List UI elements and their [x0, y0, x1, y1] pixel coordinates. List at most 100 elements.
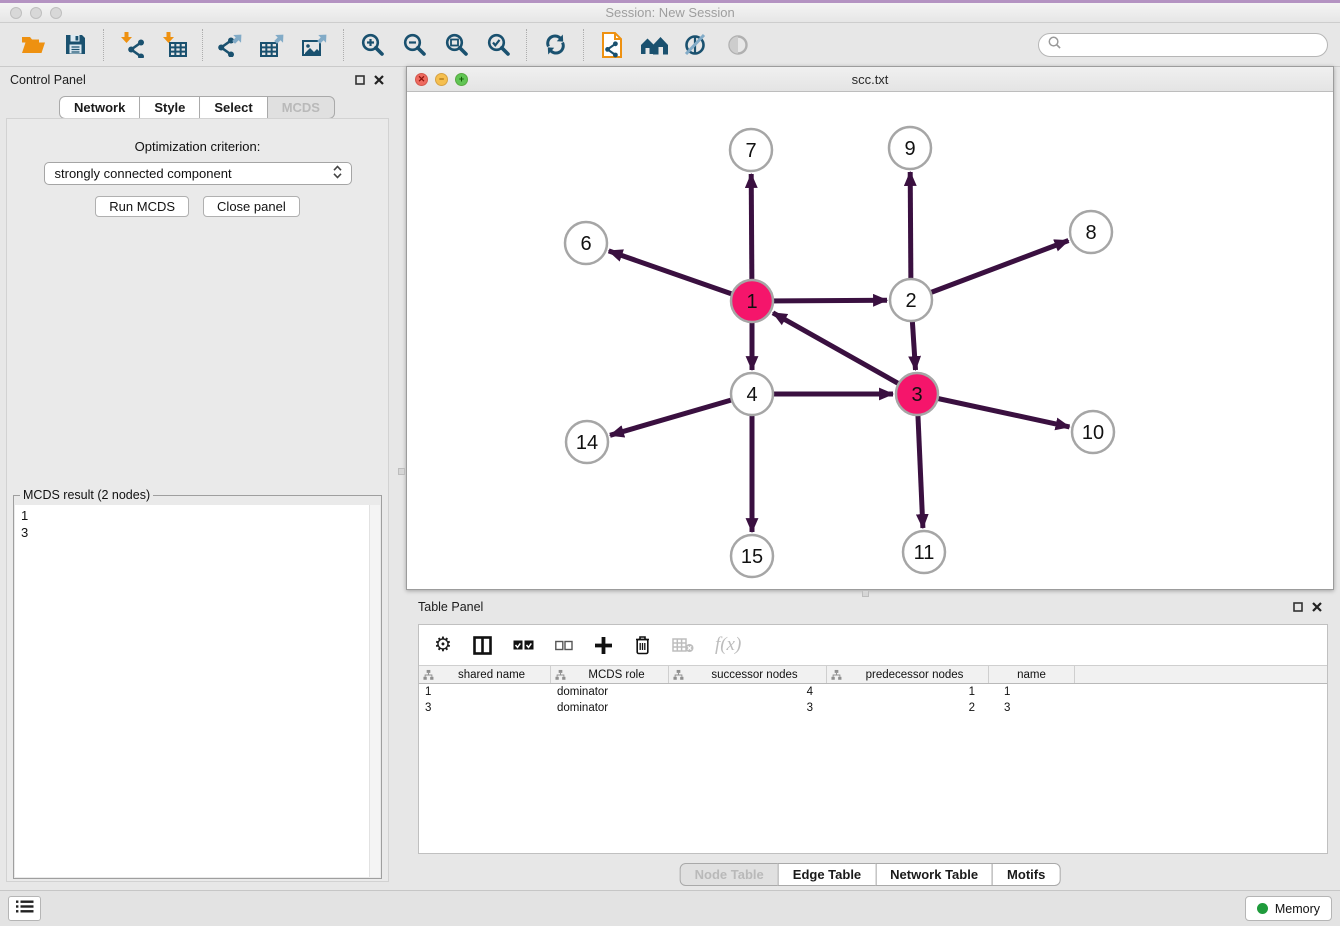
run-mcds-button[interactable]: Run MCDS: [95, 196, 189, 217]
add-row-icon[interactable]: [594, 636, 613, 655]
svg-text:6: 6: [580, 233, 591, 255]
export-network-icon[interactable]: [210, 26, 252, 64]
open-session-icon[interactable]: [12, 26, 54, 64]
float-panel-icon[interactable]: [355, 75, 365, 85]
table-tab-network-table[interactable]: Network Table: [875, 863, 993, 886]
mcds-result-item[interactable]: 3: [21, 524, 380, 541]
table-tab-node-table[interactable]: Node Table: [680, 863, 779, 886]
search-input[interactable]: [1067, 38, 1318, 52]
close-table-panel-icon[interactable]: [1312, 602, 1322, 612]
table-cell: 3: [669, 702, 827, 714]
delete-table-icon[interactable]: [672, 637, 694, 653]
export-table-icon[interactable]: [252, 26, 294, 64]
table-panel-title: Table Panel: [418, 600, 483, 614]
search-box[interactable]: [1038, 33, 1328, 57]
close-panel-button[interactable]: Close panel: [203, 196, 300, 217]
svg-text:15: 15: [741, 546, 763, 568]
svg-text:8: 8: [1085, 222, 1096, 244]
tab-mcds[interactable]: MCDS: [267, 96, 335, 119]
edge-2-8[interactable]: [911, 241, 1069, 301]
tab-network[interactable]: Network: [59, 96, 140, 119]
tree-icon: [555, 669, 566, 681]
import-table-icon[interactable]: [153, 26, 195, 64]
edge-1-6[interactable]: [609, 251, 752, 301]
select-stepper-icon: [332, 165, 343, 182]
application-window: Session: New Session Control Panel Netwo…: [0, 0, 1340, 926]
float-table-panel-icon[interactable]: [1293, 602, 1303, 612]
cyndex-home-icon[interactable]: [633, 26, 675, 64]
apply-layout-icon[interactable]: [534, 26, 576, 64]
delete-row-icon[interactable]: [634, 635, 651, 655]
table-tab-edge-table[interactable]: Edge Table: [778, 863, 876, 886]
table-cell: 2: [827, 702, 989, 714]
memory-button[interactable]: Memory: [1245, 896, 1332, 921]
table-row[interactable]: 1dominator411: [419, 684, 1327, 700]
mcds-result-title: MCDS result (2 nodes): [20, 488, 153, 502]
column-header-shared-name[interactable]: shared name: [419, 666, 551, 683]
tab-style[interactable]: Style: [139, 96, 200, 119]
select-all-icon[interactable]: [513, 639, 534, 651]
node-7[interactable]: 7: [730, 129, 772, 171]
show-columns-icon[interactable]: [473, 636, 492, 655]
control-panel: Control Panel NetworkStyleSelectMCDS Opt…: [0, 68, 394, 890]
result-scrollbar[interactable]: [369, 505, 380, 877]
tree-icon: [673, 669, 684, 681]
optimization-criterion-select[interactable]: strongly connected component: [44, 162, 352, 185]
node-4[interactable]: 4: [731, 373, 773, 415]
network-from-selection-icon[interactable]: [591, 26, 633, 64]
node-2[interactable]: 2: [890, 279, 932, 321]
node-11[interactable]: 11: [903, 531, 945, 573]
node-10[interactable]: 10: [1072, 411, 1114, 453]
zoom-in-icon[interactable]: [351, 26, 393, 64]
node-14[interactable]: 14: [566, 421, 608, 463]
table-cell: 1: [989, 686, 1075, 698]
node-1[interactable]: 1: [731, 280, 773, 322]
tab-select[interactable]: Select: [199, 96, 267, 119]
column-header-name[interactable]: name: [989, 666, 1075, 683]
node-9[interactable]: 9: [889, 127, 931, 169]
node-3[interactable]: 3: [896, 373, 938, 415]
network-window-titlebar[interactable]: scc.txt ✕ − +: [407, 67, 1333, 92]
table-cell: 4: [669, 686, 827, 698]
birdseye-view-icon[interactable]: [717, 26, 759, 64]
import-network-icon[interactable]: [111, 26, 153, 64]
table-tabs: Node TableEdge TableNetwork TableMotifs: [680, 863, 1061, 886]
network-window-title: scc.txt: [407, 72, 1333, 87]
zoom-selected-icon[interactable]: [477, 26, 519, 64]
network-canvas[interactable]: 7 9 6 8 1 2 4 3 14 10 15 11: [407, 93, 1333, 590]
table-options-gear-icon[interactable]: ⚙: [434, 635, 452, 655]
network-view-window: scc.txt ✕ − + 7 9 6 8 1 2 4 3 14 10 15 11: [406, 66, 1334, 590]
vertical-splitter-grip[interactable]: [398, 468, 405, 475]
svg-text:7: 7: [745, 140, 756, 162]
node-6[interactable]: 6: [565, 222, 607, 264]
column-header-predecessor-nodes[interactable]: predecessor nodes: [827, 666, 989, 683]
task-list-icon: [16, 900, 34, 918]
save-session-icon[interactable]: [54, 26, 96, 64]
optimization-criterion-value: strongly connected component: [55, 166, 332, 181]
mcds-result-list[interactable]: 13: [15, 505, 380, 877]
svg-text:11: 11: [914, 542, 935, 564]
table-cell: 1: [827, 686, 989, 698]
node-8[interactable]: 8: [1070, 211, 1112, 253]
close-panel-icon[interactable]: [374, 75, 384, 85]
table-cell: dominator: [551, 702, 669, 714]
zoom-out-icon[interactable]: [393, 26, 435, 64]
control-panel-tabs: NetworkStyleSelectMCDS: [59, 96, 335, 119]
node-table-container: ⚙ f(x) shared nameMCDS rolesuccessor node…: [418, 624, 1328, 854]
table-tab-motifs[interactable]: Motifs: [992, 863, 1060, 886]
toolbar-separator: [526, 29, 527, 61]
column-header-successor-nodes[interactable]: successor nodes: [669, 666, 827, 683]
function-builder-icon[interactable]: f(x): [715, 634, 741, 656]
table-row[interactable]: 3dominator323: [419, 700, 1327, 716]
column-header-MCDS-role[interactable]: MCDS role: [551, 666, 669, 683]
control-panel-title: Control Panel: [10, 73, 86, 87]
deselect-all-icon[interactable]: [555, 640, 573, 651]
zoom-fit-icon[interactable]: [435, 26, 477, 64]
toggle-graphics-details-icon[interactable]: [675, 26, 717, 64]
edge-3-1[interactable]: [773, 313, 917, 394]
task-history-button[interactable]: [8, 896, 41, 921]
mcds-result-item[interactable]: 1: [21, 507, 380, 524]
edge-3-10[interactable]: [917, 394, 1070, 427]
export-image-icon[interactable]: [294, 26, 336, 64]
node-15[interactable]: 15: [731, 535, 773, 577]
